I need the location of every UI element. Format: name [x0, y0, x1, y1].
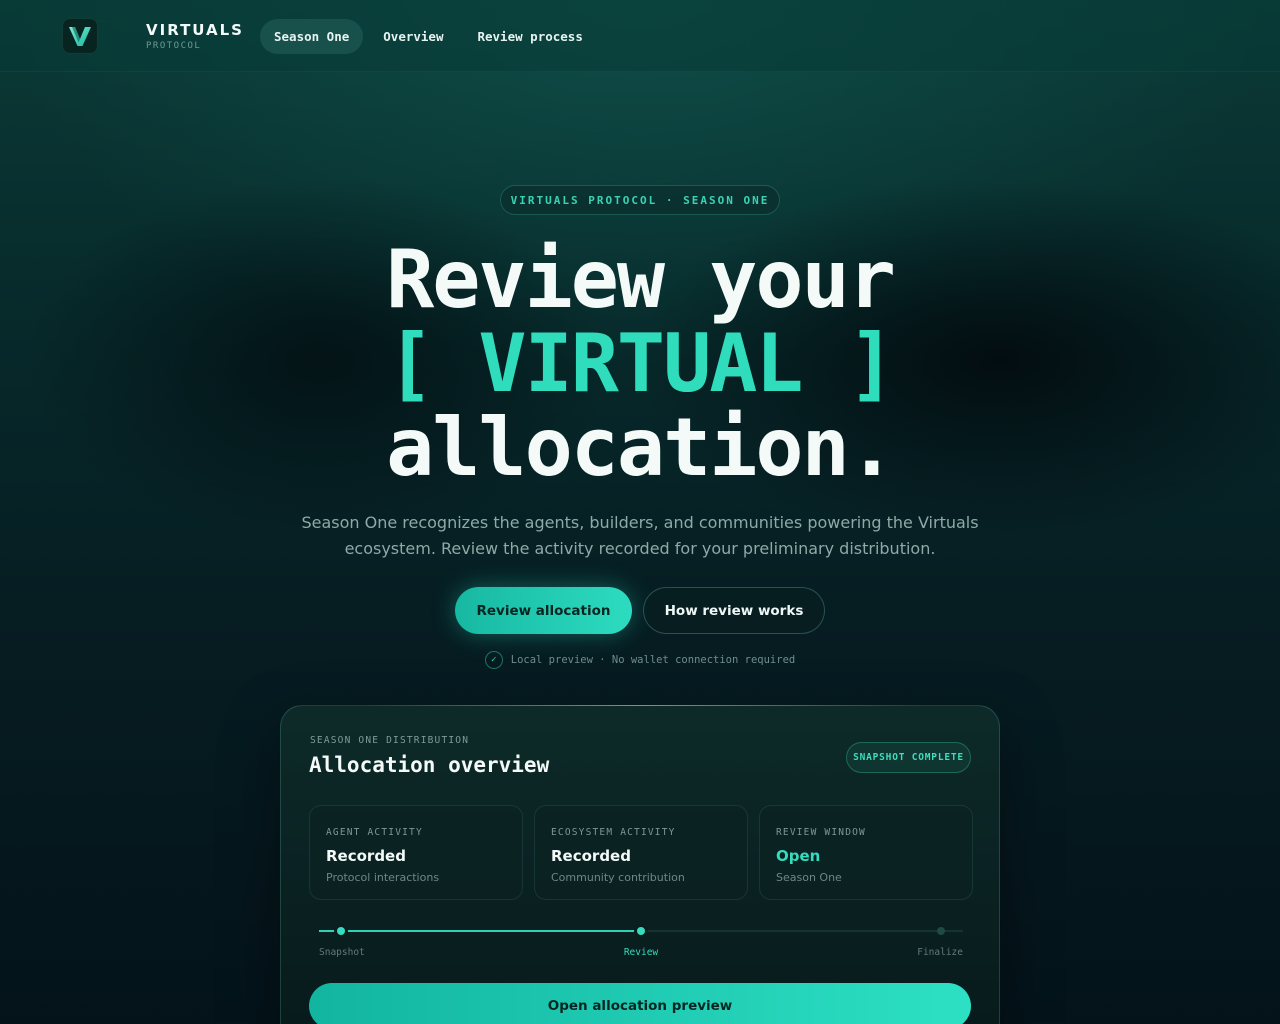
card-title: Allocation overview — [309, 753, 550, 777]
stat-label: ECOSYSTEM ACTIVITY — [551, 827, 676, 838]
stat-subtext: Protocol interactions — [326, 871, 440, 884]
hero-title-line3: allocation. — [386, 401, 896, 494]
timeline-dot-review — [637, 927, 645, 935]
nav-link-review-process[interactable]: Review process — [463, 19, 596, 54]
nav-link-season-one[interactable]: Season One — [260, 19, 364, 54]
top-nav: VIRTUALS PROTOCOL Season One Overview Re… — [0, 0, 1280, 72]
hero-title-line2: [ VIRTUAL ] — [386, 317, 896, 410]
card-eyebrow: SEASON ONE DISTRIBUTION — [310, 735, 470, 746]
timeline-label-snapshot: Snapshot — [319, 947, 365, 958]
brand-name: VIRTUALS — [146, 21, 244, 39]
stats-row: AGENT ACTIVITY Recorded Protocol interac… — [309, 805, 973, 900]
stat-subtext: Season One — [776, 871, 842, 884]
brand[interactable]: VIRTUALS PROTOCOL — [146, 21, 244, 51]
card-top-glow — [361, 705, 921, 706]
allocation-overview-card: SEASON ONE DISTRIBUTION Allocation overv… — [280, 705, 1000, 1024]
nav-links: Season One Overview Review process — [260, 19, 597, 54]
timeline-dot-snapshot — [337, 927, 345, 935]
nav-link-overview[interactable]: Overview — [369, 19, 457, 54]
local-preview-note: ✓ Local preview · No wallet connection r… — [0, 651, 1280, 669]
stat-value: Recorded — [326, 847, 406, 865]
hero-eyebrow-pill: VIRTUALS PROTOCOL · SEASON ONE — [500, 185, 780, 215]
hero-description: Season One recognizes the agents, builde… — [301, 513, 979, 558]
stat-subtext: Community contribution — [551, 871, 685, 884]
timeline-label-finalize: Finalize — [917, 947, 963, 958]
snapshot-status-badge: SNAPSHOT COMPLETE — [846, 742, 971, 773]
review-allocation-button[interactable]: Review allocation — [455, 587, 632, 634]
progress-timeline: Snapshot Review Finalize — [319, 924, 963, 964]
local-preview-text: Local preview · No wallet connection req… — [510, 654, 796, 666]
check-icon: ✓ — [484, 651, 503, 669]
stat-label: AGENT ACTIVITY — [326, 827, 423, 838]
timeline-progress-fill — [319, 930, 641, 932]
v-logo-icon[interactable] — [62, 18, 98, 54]
stat-review-window: REVIEW WINDOW Open Season One — [759, 805, 973, 900]
open-allocation-preview-button[interactable]: Open allocation preview — [309, 983, 971, 1024]
how-review-works-button[interactable]: How review works — [643, 587, 825, 634]
stat-value: Open — [776, 847, 821, 865]
timeline-dot-finalize — [937, 927, 945, 935]
stat-ecosystem-activity: ECOSYSTEM ACTIVITY Recorded Community co… — [534, 805, 748, 900]
stat-value: Recorded — [551, 847, 631, 865]
timeline-label-review: Review — [623, 947, 659, 958]
stat-agent-activity: AGENT ACTIVITY Recorded Protocol interac… — [309, 805, 523, 900]
brand-subtitle: PROTOCOL — [146, 41, 202, 51]
stat-label: REVIEW WINDOW — [776, 827, 866, 838]
hero-title-line1: Review your — [386, 233, 896, 326]
